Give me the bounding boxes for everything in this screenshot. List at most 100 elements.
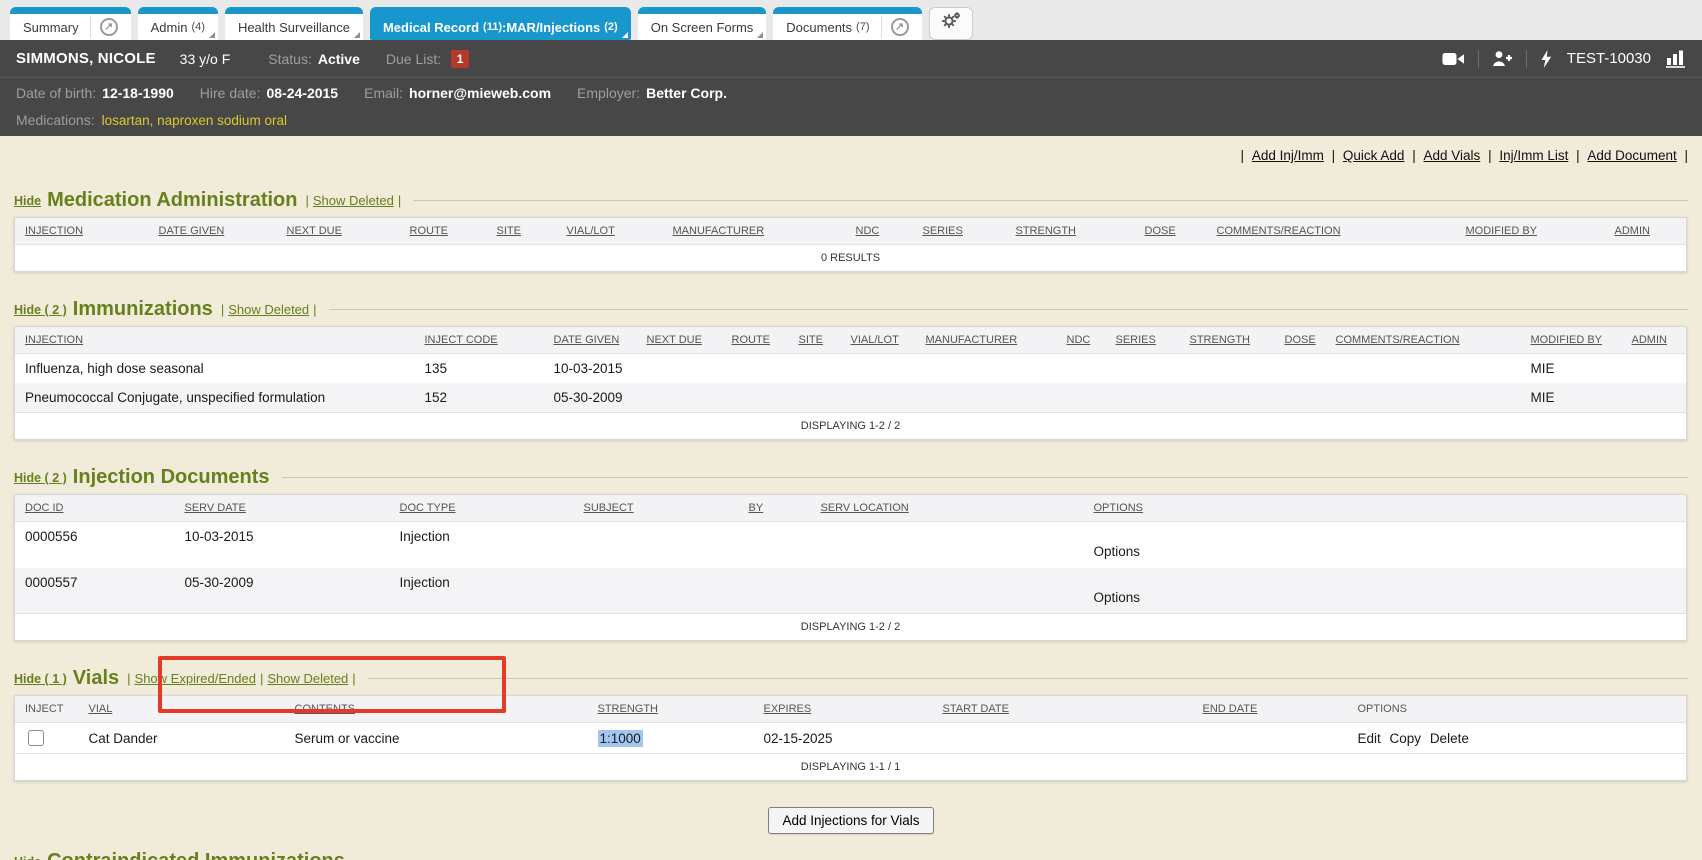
due-list-badge[interactable]: 1 [451,50,469,68]
column-header[interactable]: SERV LOCATION [811,495,1084,522]
hide-link[interactable]: Hide ( 1 ) [14,672,67,686]
hide-link[interactable]: Hide ( 2 ) [14,471,67,485]
show-deleted-link[interactable]: Show Deleted [228,302,309,317]
column-header[interactable]: SERV DATE [175,495,390,522]
column-header[interactable]: INJECTION [15,218,149,245]
column-header[interactable]: EXPIRES [754,696,933,723]
column-header[interactable]: DOC TYPE [390,495,574,522]
quick-add-link[interactable]: Quick Add [1343,148,1405,163]
tab-documents[interactable]: Documents (7) ↗ [773,7,921,40]
options-link[interactable]: Options [1094,590,1141,605]
column-header[interactable]: NDC [1057,327,1106,354]
medication-administration-table: INJECTION DATE GIVEN NEXT DUE ROUTE SITE… [14,217,1687,272]
column-header[interactable]: DOC ID [15,495,175,522]
inject-row-checkbox[interactable] [28,730,44,746]
add-vials-link[interactable]: Add Vials [1424,148,1481,163]
column-header[interactable]: DATE GIVEN [544,327,637,354]
column-header[interactable]: START DATE [933,696,1193,723]
column-header[interactable]: OPTIONS [1084,495,1687,522]
add-injections-for-vials-button[interactable]: Add Injections for Vials [768,807,933,834]
settings-button[interactable] [929,7,973,40]
edit-link[interactable]: Edit [1358,731,1381,746]
popout-icon[interactable]: ↗ [891,18,909,36]
separator: | [221,302,224,317]
column-header[interactable]: STRENGTH [1006,218,1135,245]
column-header[interactable]: MODIFIED BY [1456,218,1605,245]
tab-medical-record[interactable]: Medical Record (11) :MAR/Injections (2) [370,7,631,40]
tab-admin[interactable]: Admin (4) [138,7,218,40]
patient-name: SIMMONS, NICOLE [16,50,156,67]
column-header[interactable]: VIAL/LOT [841,327,916,354]
tab-count: (4) [191,21,204,33]
table-header-row: INJECTION DATE GIVEN NEXT DUE ROUTE SITE… [15,218,1687,245]
column-header[interactable]: ADMIN [1605,218,1687,245]
expires-cell: 02-15-2025 [754,723,933,754]
column-header[interactable]: MANUFACTURER [663,218,846,245]
column-header[interactable]: STRENGTH [588,696,754,723]
show-deleted-link[interactable]: Show Deleted [313,193,394,208]
doc-id-cell[interactable]: 0000557 [15,568,175,614]
table-row: Pneumococcal Conjugate, unspecified form… [15,383,1687,413]
tab-health-surveillance[interactable]: Health Surveillance [225,7,363,40]
column-header[interactable]: INJECTION [15,327,415,354]
column-header[interactable]: DOSE [1135,218,1207,245]
column-header[interactable]: MANUFACTURER [916,327,1057,354]
video-camera-icon[interactable] [1442,51,1465,67]
column-header[interactable]: ADMIN [1622,327,1687,354]
separator: | [260,671,263,686]
column-header[interactable]: BY [739,495,811,522]
tab-label: Admin [151,20,188,35]
page: Summary ↗ Admin (4) Health Surveillance … [0,0,1702,860]
hide-link[interactable]: Hide ( 2 ) [14,303,67,317]
status-value: Active [318,51,360,67]
show-deleted-link[interactable]: Show Deleted [267,671,348,686]
column-header[interactable]: INJECT CODE [415,327,544,354]
add-document-link[interactable]: Add Document [1587,148,1676,163]
tab-label: Health Surveillance [238,20,350,35]
popout-icon[interactable]: ↗ [100,18,118,36]
column-header[interactable]: SERIES [913,218,1006,245]
doc-type-cell: Injection [390,522,574,568]
column-header[interactable]: ROUTE [400,218,487,245]
hire-date-value: 08-24-2015 [266,85,338,101]
column-header[interactable]: DOSE [1275,327,1326,354]
hide-link[interactable]: Hide [14,194,41,208]
column-header[interactable]: STRENGTH [1180,327,1275,354]
tab-summary[interactable]: Summary ↗ [10,7,131,40]
column-header[interactable]: MODIFIED BY [1521,327,1622,354]
column-header[interactable]: END DATE [1193,696,1348,723]
column-header[interactable]: SITE [789,327,841,354]
column-header[interactable]: NEXT DUE [277,218,400,245]
inj-imm-list-link[interactable]: Inj/Imm List [1499,148,1568,163]
column-header[interactable]: VIAL [79,696,285,723]
column-header[interactable]: SERIES [1106,327,1180,354]
options-link[interactable]: Options [1094,544,1141,559]
column-header[interactable]: DATE GIVEN [149,218,277,245]
column-header[interactable]: COMMENTS/REACTION [1207,218,1456,245]
hide-link[interactable]: Hide [14,855,41,860]
copy-link[interactable]: Copy [1390,731,1422,746]
doc-id-cell[interactable]: 0000556 [15,522,175,568]
lightning-bolt-icon[interactable] [1540,50,1552,68]
column-header[interactable]: COMMENTS/REACTION [1326,327,1521,354]
employer-value: Better Corp. [646,85,727,101]
injection-documents-table: DOC ID SERV DATE DOC TYPE SUBJECT BY SER… [14,494,1687,641]
add-inj-imm-link[interactable]: Add Inj/Imm [1252,148,1324,163]
tab-on-screen-forms[interactable]: On Screen Forms [638,7,767,40]
paging-text: DISPLAYING 1-1 / 1 [15,754,1687,781]
delete-link[interactable]: Delete [1430,731,1469,746]
column-header[interactable]: ROUTE [722,327,789,354]
medications-list[interactable]: losartan, naproxen sodium oral [102,113,287,128]
column-header[interactable]: CONTENTS [285,696,588,723]
column-header[interactable]: SUBJECT [574,495,739,522]
paging-row: DISPLAYING 1-2 / 2 [15,413,1687,440]
bar-chart-icon[interactable] [1666,49,1686,68]
selected-text: 1:1000 [598,730,643,747]
column-header[interactable]: NDC [846,218,913,245]
column-header[interactable]: SITE [487,218,557,245]
column-header[interactable]: VIAL/LOT [557,218,663,245]
add-user-icon[interactable] [1492,50,1513,67]
separator: | [1684,148,1688,163]
show-expired-ended-link[interactable]: Show Expired/Ended [135,671,256,686]
column-header[interactable]: NEXT DUE [637,327,722,354]
